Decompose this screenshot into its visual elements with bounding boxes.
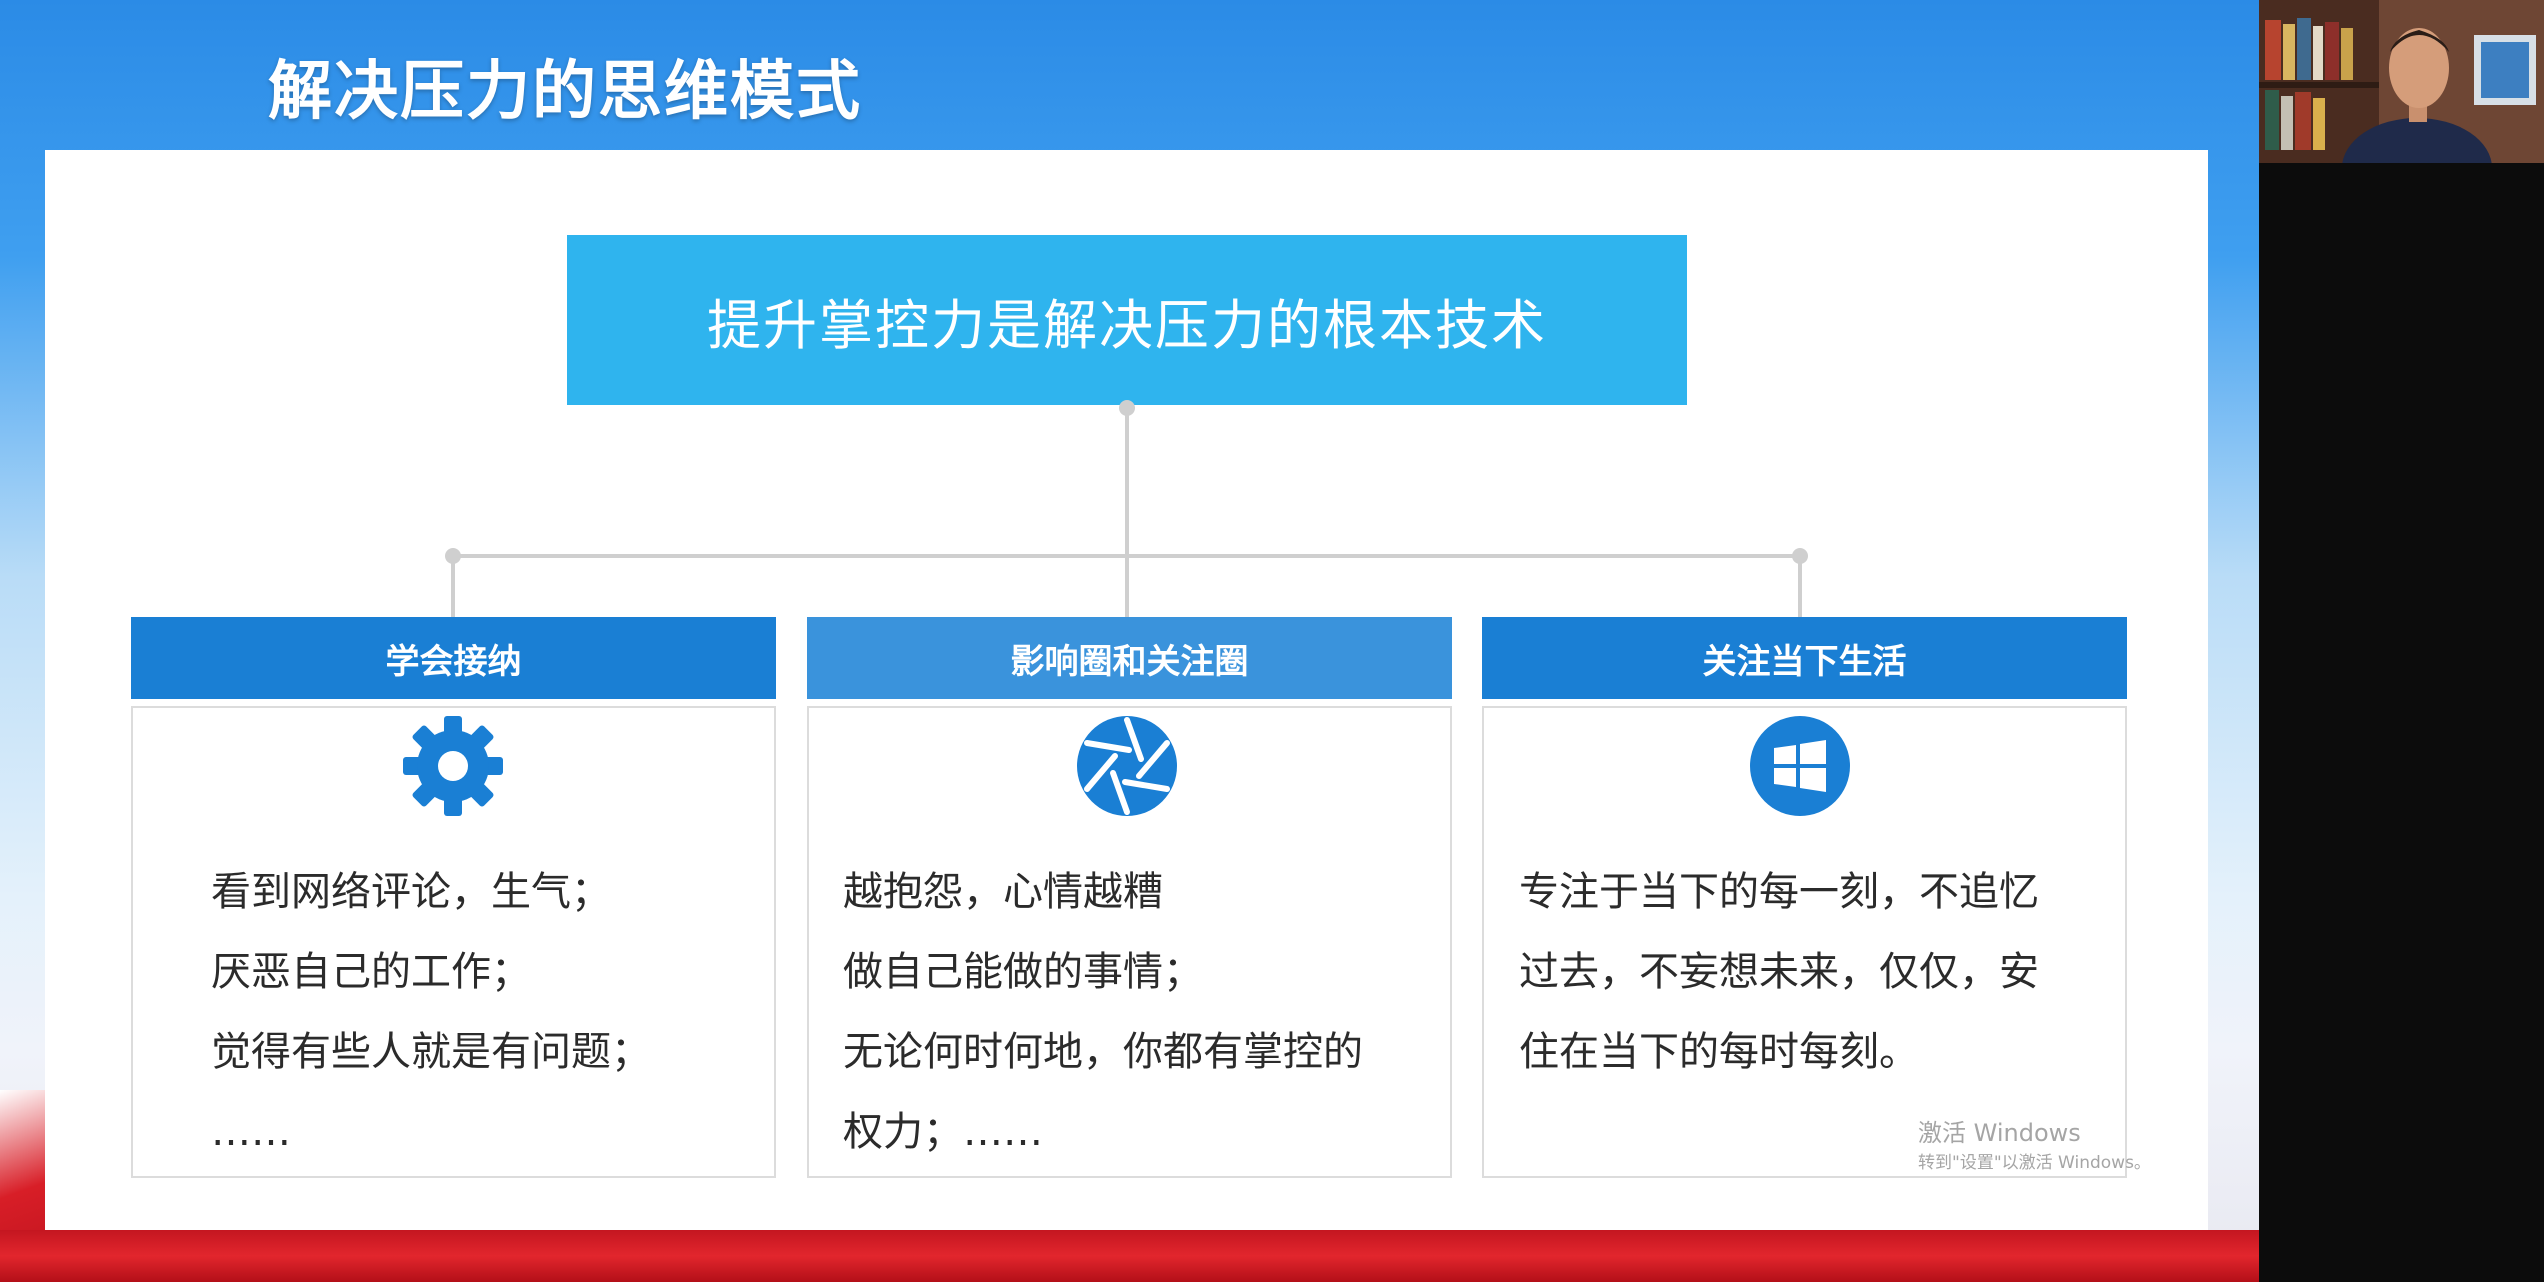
column-header-accept: 学会接纳 xyxy=(131,617,776,699)
list-item: 看到网络评论，生气； xyxy=(211,869,611,915)
aperture-icon xyxy=(1077,716,1177,816)
column-header-label: 影响圈和关注圈 xyxy=(1010,641,1249,682)
column-lines-accept: 看到网络评论，生气； 厌恶自己的工作； 觉得有些人就是有问题； …… xyxy=(211,852,651,1172)
connector-dot xyxy=(1119,400,1135,416)
list-item: 厌恶自己的工作； xyxy=(211,949,531,995)
list-item: 越抱怨，心情越糟 xyxy=(843,869,1163,915)
list-item: 权力；…… xyxy=(843,1109,1043,1155)
list-item: 过去，不妄想未来，仅仅，安 xyxy=(1519,949,2039,995)
column-header-label: 关注当下生活 xyxy=(1702,641,1907,682)
column-header-influence: 影响圈和关注圈 xyxy=(807,617,1452,699)
column-lines-present: 专注于当下的每一刻，不追忆 过去，不妄想未来，仅仅，安 住在当下的每时每刻。 xyxy=(1519,852,2039,1092)
connector-dot xyxy=(445,548,461,564)
connector-dot xyxy=(1792,548,1808,564)
webcam-preview[interactable] xyxy=(2259,0,2544,163)
gear-icon xyxy=(403,716,503,816)
list-item: 做自己能做的事情； xyxy=(843,949,1203,995)
column-lines-influence: 越抱怨，心情越糟 做自己能做的事情； 无论何时何地，你都有掌控的 权力；…… xyxy=(843,852,1363,1172)
list-item: 无论何时何地，你都有掌控的 xyxy=(843,1029,1363,1075)
presenter-video xyxy=(2259,0,2544,163)
list-item: 住在当下的每时每刻。 xyxy=(1519,1029,1919,1075)
column-header-label: 学会接纳 xyxy=(385,641,522,682)
windows-activation-watermark: 激活 Windows 转到"设置"以激活 Windows。 xyxy=(1918,1118,2151,1178)
list-item: 觉得有些人就是有问题； xyxy=(211,1029,651,1075)
column-header-present: 关注当下生活 xyxy=(1482,617,2127,699)
list-item: …… xyxy=(211,1109,291,1155)
watermark-line: 激活 Windows xyxy=(1918,1119,2081,1147)
presentation-slide: 解决压力的思维模式 提升掌控力是解决压力的根本技术 学会接纳 看到网络评论，生气… xyxy=(0,0,2259,1282)
windows-icon xyxy=(1750,716,1850,816)
list-item: 专注于当下的每一刻，不追忆 xyxy=(1519,869,2039,915)
watermark-line: 转到"设置"以激活 Windows。 xyxy=(1918,1153,2151,1173)
